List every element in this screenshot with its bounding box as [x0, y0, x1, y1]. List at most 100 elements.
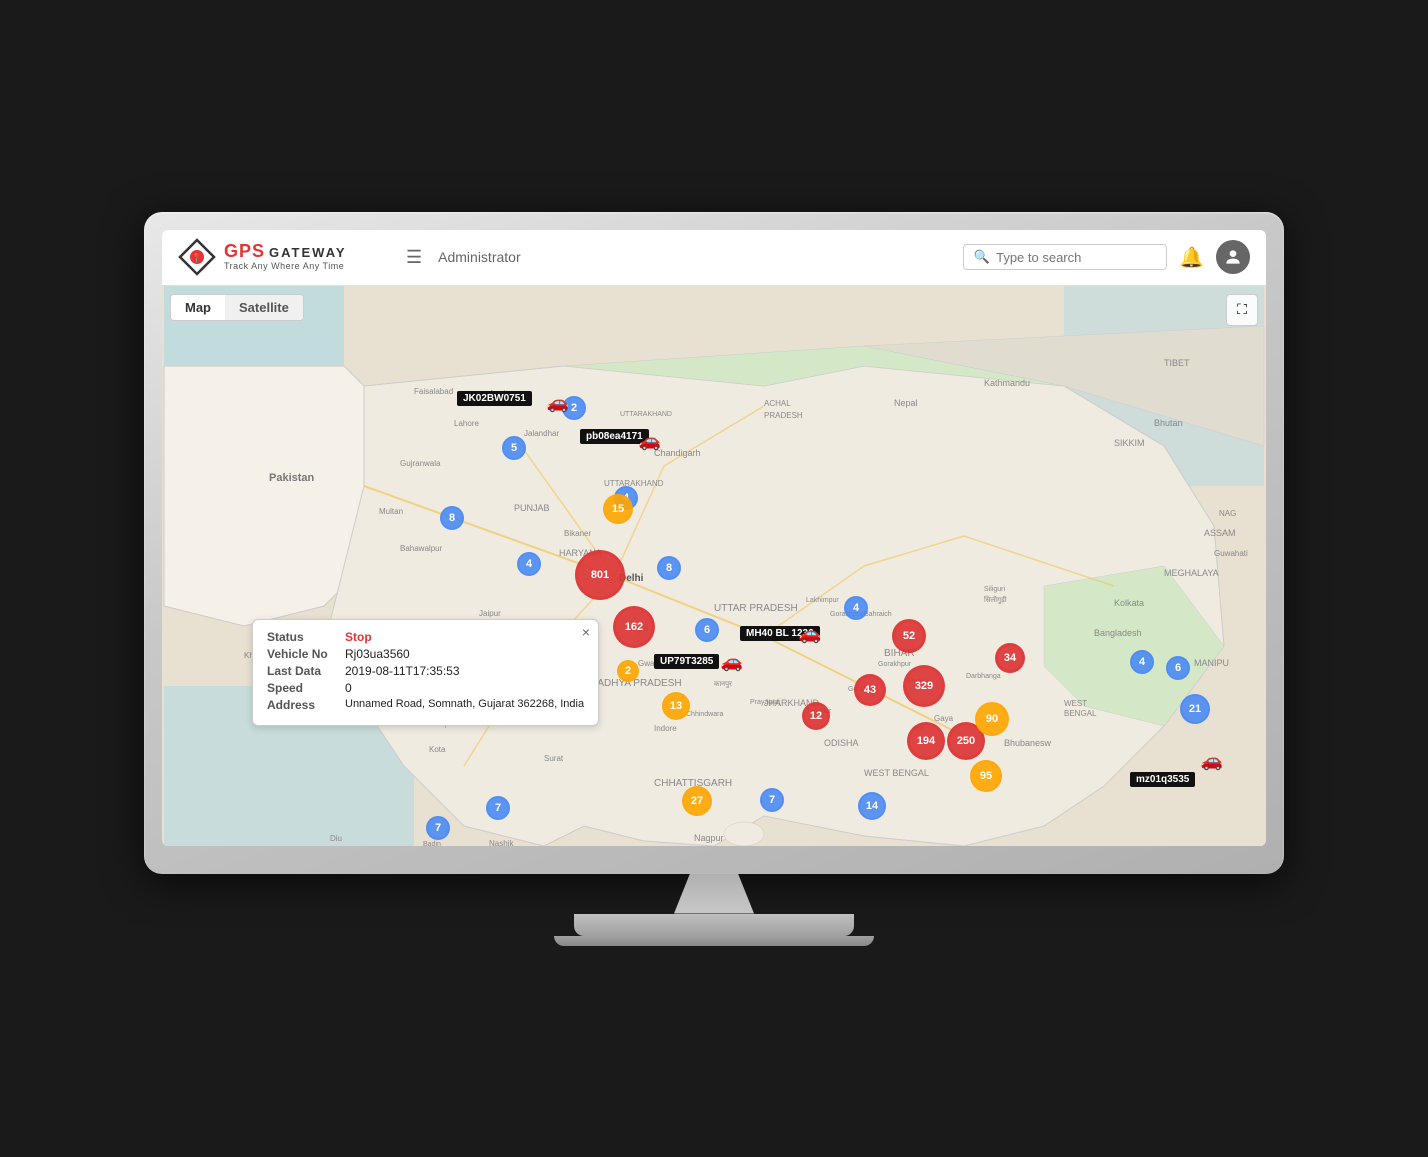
cluster-orange-15[interactable]: 15: [603, 494, 633, 524]
popup-vehicle-row: Vehicle No Rj03ua3560: [267, 647, 584, 661]
svg-text:UTTAR PRADESH: UTTAR PRADESH: [714, 603, 798, 614]
screen: 📍 GPS GATEWAY Track Any Where Any Time ☰…: [162, 230, 1266, 846]
popup-vehicle-label: Vehicle No: [267, 647, 337, 661]
tab-map[interactable]: Map: [171, 295, 225, 320]
user-avatar[interactable]: [1216, 240, 1250, 274]
cluster-blue-7a[interactable]: 7: [760, 788, 784, 812]
svg-text:TIBET: TIBET: [1164, 358, 1190, 368]
popup-vehicle-value: Rj03ua3560: [345, 647, 410, 661]
vehicle-label-jk02bw0751[interactable]: JK02BW0751: [457, 391, 532, 406]
svg-text:Kathmandu: Kathmandu: [984, 378, 1030, 388]
menu-icon[interactable]: ☰: [406, 247, 422, 268]
svg-text:MANIPU: MANIPU: [1194, 658, 1229, 668]
svg-text:Chhindwara: Chhindwara: [686, 711, 723, 718]
svg-text:MEGHALAYA: MEGHALAYA: [1164, 568, 1219, 578]
svg-text:Bhubanesw: Bhubanesw: [1004, 738, 1052, 748]
svg-text:ODISHA: ODISHA: [824, 738, 859, 748]
popup-address-row: Address Unnamed Road, Somnath, Gujarat 3…: [267, 698, 584, 712]
cluster-blue-7e[interactable]: 7: [486, 796, 510, 820]
cluster-red-12[interactable]: 12: [802, 702, 830, 730]
monitor-base-bottom: [554, 936, 874, 946]
cluster-orange-2b[interactable]: 2: [617, 660, 639, 682]
tab-satellite[interactable]: Satellite: [225, 295, 303, 320]
screen-bezel: 📍 GPS GATEWAY Track Any Where Any Time ☰…: [144, 212, 1284, 874]
car-pin-pb08ea4171: 🚗: [639, 430, 661, 451]
search-box[interactable]: 🔍: [963, 244, 1167, 270]
svg-text:Indore: Indore: [654, 724, 677, 733]
popup-status-label: Status: [267, 630, 337, 644]
popup-status-value: Stop: [345, 630, 372, 644]
map-background: Pakistan Gujarat RAJASTHAN HARYANA PUNJA…: [162, 286, 1266, 846]
cluster-blue-14[interactable]: 14: [858, 792, 886, 820]
svg-text:Kota: Kota: [429, 745, 446, 754]
svg-text:Bangladesh: Bangladesh: [1094, 628, 1142, 638]
svg-text:Guwahati: Guwahati: [1214, 549, 1248, 558]
vehicle-label-up79t3285[interactable]: UP79T3285: [654, 654, 719, 669]
car-pin-mh40: 🚗: [799, 623, 821, 644]
svg-text:Jalandhar: Jalandhar: [524, 429, 559, 438]
popup-speed-value: 0: [345, 681, 352, 695]
cluster-blue-6b[interactable]: 6: [1166, 656, 1190, 680]
search-input[interactable]: [996, 250, 1156, 265]
svg-text:Pakistan: Pakistan: [269, 472, 315, 484]
bell-icon[interactable]: 🔔: [1179, 245, 1204, 270]
header-right: 🔍 🔔: [963, 240, 1250, 274]
map-tabs: Map Satellite: [170, 294, 304, 321]
cluster-orange-13[interactable]: 13: [662, 692, 690, 720]
cluster-red-162[interactable]: 162: [613, 606, 655, 648]
cluster-blue-4b[interactable]: 4: [517, 552, 541, 576]
logo-gateway: GATEWAY: [269, 246, 347, 260]
cluster-red-329[interactable]: 329: [903, 665, 945, 707]
svg-text:📍: 📍: [191, 252, 202, 263]
popup-status-row: Status Stop: [267, 630, 584, 644]
svg-text:Multan: Multan: [379, 507, 403, 516]
svg-text:PUNJAB: PUNJAB: [514, 503, 550, 513]
svg-text:Gaya: Gaya: [934, 714, 954, 723]
cluster-red-43[interactable]: 43: [854, 674, 886, 706]
svg-text:Bikaner: Bikaner: [564, 529, 591, 538]
svg-text:Faisalabad: Faisalabad: [414, 387, 453, 396]
cluster-red-34[interactable]: 34: [995, 643, 1025, 673]
svg-text:UTTARAKHAND: UTTARAKHAND: [604, 479, 664, 488]
search-icon: 🔍: [974, 249, 990, 265]
svg-text:Gorakhpur: Gorakhpur: [878, 661, 912, 668]
logo-gps: GPS: [224, 242, 265, 262]
svg-text:Nashik: Nashik: [489, 839, 514, 846]
cluster-orange-90[interactable]: 90: [975, 702, 1009, 736]
svg-text:कानपुर: कानपुर: [714, 681, 732, 688]
popup-close-button[interactable]: ×: [582, 624, 590, 640]
vehicle-label-mz01q3535[interactable]: mz01q3535: [1130, 772, 1195, 787]
svg-text:Badin: Badin: [423, 841, 441, 846]
svg-text:UTTARAKHAND: UTTARAKHAND: [620, 411, 672, 418]
cluster-orange-95[interactable]: 95: [970, 760, 1002, 792]
cluster-blue-7b[interactable]: 7: [426, 816, 450, 840]
logo-tagline: Track Any Where Any Time: [224, 262, 347, 272]
svg-text:सिलीगुड़ी: सिलीगुड़ी: [984, 595, 1007, 604]
cluster-orange-27[interactable]: 27: [682, 786, 712, 816]
cluster-blue-8a[interactable]: 8: [440, 506, 464, 530]
svg-text:Surat: Surat: [544, 754, 564, 763]
fullscreen-button[interactable]: ⛶: [1226, 294, 1258, 326]
car-pin-mz01q3535: 🚗: [1201, 750, 1223, 771]
cluster-blue-21[interactable]: 21: [1180, 694, 1210, 724]
popup-speed-row: Speed 0: [267, 681, 584, 695]
cluster-blue-8b[interactable]: 8: [657, 556, 681, 580]
cluster-blue-5[interactable]: 5: [502, 436, 526, 460]
car-pin-jk02bw0751: 🚗: [547, 392, 569, 413]
header: 📍 GPS GATEWAY Track Any Where Any Time ☰…: [162, 230, 1266, 286]
car-pin-up79t3285: 🚗: [721, 651, 743, 672]
svg-text:Kolkata: Kolkata: [1114, 598, 1144, 608]
cluster-red-801[interactable]: 801: [575, 550, 625, 600]
svg-text:Gujranwala: Gujranwala: [400, 459, 441, 468]
cluster-blue-4d[interactable]: 4: [1130, 650, 1154, 674]
cluster-blue-6[interactable]: 6: [695, 618, 719, 642]
map-container[interactable]: Pakistan Gujarat RAJASTHAN HARYANA PUNJA…: [162, 286, 1266, 846]
svg-text:WEST: WEST: [1064, 699, 1087, 708]
cluster-blue-4c[interactable]: 4: [844, 596, 868, 620]
logo-icon: 📍: [178, 238, 216, 276]
monitor: 📍 GPS GATEWAY Track Any Where Any Time ☰…: [144, 212, 1284, 946]
cluster-red-194[interactable]: 194: [907, 722, 945, 760]
svg-text:Jaipur: Jaipur: [479, 609, 501, 618]
svg-text:PRADESH: PRADESH: [764, 411, 803, 420]
cluster-red-52[interactable]: 52: [892, 619, 926, 653]
